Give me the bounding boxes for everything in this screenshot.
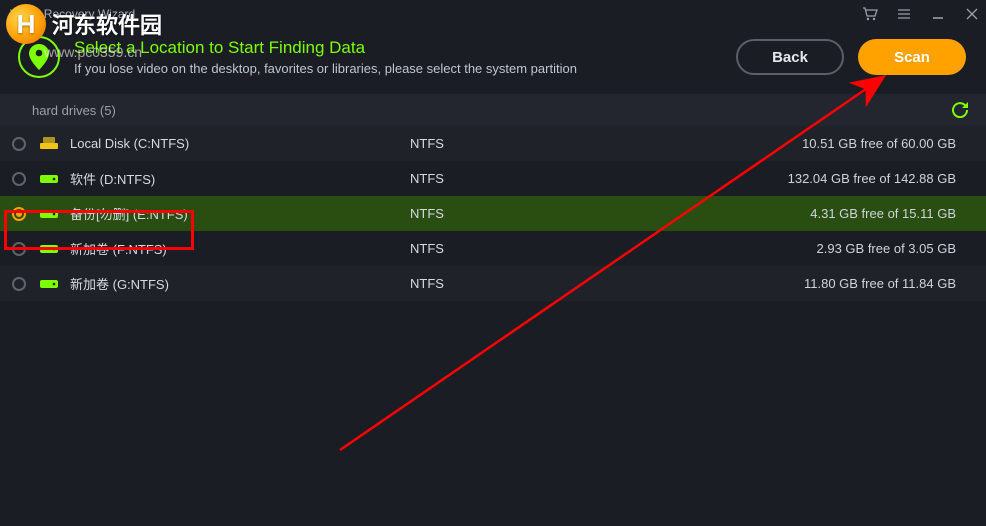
header-left: Select a Location to Start Finding Data … bbox=[18, 36, 577, 78]
refresh-icon[interactable] bbox=[952, 102, 968, 118]
titlebar: Video Recovery Wizard bbox=[0, 0, 986, 28]
drive-filesystem: NTFS bbox=[410, 206, 610, 221]
cart-icon[interactable] bbox=[862, 7, 878, 21]
section-hard-drives: hard drives (5) bbox=[0, 94, 986, 126]
drive-name: 备份[勿删] (E:NTFS) bbox=[70, 204, 410, 223]
drive-radio[interactable] bbox=[12, 137, 26, 151]
hdd-icon bbox=[40, 278, 60, 290]
header-buttons: Back Scan bbox=[736, 39, 966, 75]
drive-filesystem: NTFS bbox=[410, 136, 610, 151]
menu-icon[interactable] bbox=[896, 7, 912, 21]
drive-name: 软件 (D:NTFS) bbox=[70, 169, 410, 188]
drive-row[interactable]: 备份[勿删] (E:NTFS)NTFS 4.31 GB free of 15.11… bbox=[0, 196, 986, 231]
drive-radio[interactable] bbox=[12, 207, 26, 221]
header: Select a Location to Start Finding Data … bbox=[0, 28, 986, 94]
drive-filesystem: NTFS bbox=[410, 276, 610, 291]
page-subtitle: If you lose video on the desktop, favori… bbox=[74, 61, 577, 76]
drive-radio[interactable] bbox=[12, 277, 26, 291]
scan-button[interactable]: Scan bbox=[858, 39, 966, 75]
drive-free-space: 11.80 GB free of 11.84 GB bbox=[804, 276, 956, 291]
location-pin-icon bbox=[18, 36, 60, 78]
drive-free-space: 4.31 GB free of 15.11 GB bbox=[810, 206, 956, 221]
drive-row[interactable]: Local Disk (C:NTFS)NTFS 10.51 GB free of … bbox=[0, 126, 986, 161]
hdd-icon bbox=[40, 173, 60, 185]
close-icon[interactable] bbox=[964, 7, 980, 21]
drive-free-space: 2.93 GB free of 3.05 GB bbox=[817, 241, 956, 256]
drive-row[interactable]: 新加卷 (G:NTFS)NTFS 11.80 GB free of 11.84 G… bbox=[0, 266, 986, 301]
drive-free-space: 10.51 GB free of 60.00 GB bbox=[802, 136, 956, 151]
hdd-icon bbox=[40, 137, 60, 151]
titlebar-controls bbox=[862, 7, 980, 21]
header-text: Select a Location to Start Finding Data … bbox=[74, 38, 577, 76]
hdd-icon bbox=[40, 208, 60, 220]
section-label: hard drives (5) bbox=[32, 103, 116, 118]
drive-radio[interactable] bbox=[12, 172, 26, 186]
back-button[interactable]: Back bbox=[736, 39, 844, 75]
drive-radio[interactable] bbox=[12, 242, 26, 256]
drive-row[interactable]: 新加卷 (F:NTFS)NTFS 2.93 GB free of 3.05 GB bbox=[0, 231, 986, 266]
drive-free-space: 132.04 GB free of 142.88 GB bbox=[788, 171, 956, 186]
drive-filesystem: NTFS bbox=[410, 171, 610, 186]
hdd-icon bbox=[40, 243, 60, 255]
page-title: Select a Location to Start Finding Data bbox=[74, 38, 577, 58]
minimize-icon[interactable] bbox=[930, 7, 946, 21]
drive-name: 新加卷 (G:NTFS) bbox=[70, 274, 410, 293]
drive-filesystem: NTFS bbox=[410, 241, 610, 256]
drive-name: Local Disk (C:NTFS) bbox=[70, 136, 410, 151]
drive-name: 新加卷 (F:NTFS) bbox=[70, 239, 410, 258]
window-title: Video Recovery Wizard bbox=[10, 7, 135, 21]
drive-row[interactable]: 软件 (D:NTFS)NTFS 132.04 GB free of 142.88 … bbox=[0, 161, 986, 196]
drives-list: Local Disk (C:NTFS)NTFS10.51 GB free of … bbox=[0, 126, 986, 301]
